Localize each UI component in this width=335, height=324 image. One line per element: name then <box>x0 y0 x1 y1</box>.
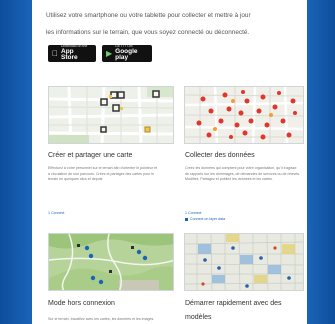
card-title-offline-mode: Mode hors connexion <box>48 300 115 307</box>
layer-icon <box>185 217 188 221</box>
card-title-templates-line-2: modèles <box>185 314 212 321</box>
intro-text: Utilisez votre smartphone ou votre table… <box>46 7 298 41</box>
card-link-create-map[interactable]: 1 Connect <box>48 211 64 215</box>
background-left <box>0 0 32 324</box>
apple-icon:  <box>52 49 58 58</box>
card-image-offline-mode[interactable] <box>48 233 174 291</box>
card-link-collect-data-2[interactable]: Connect un layer data <box>185 217 225 221</box>
card-title-collect-data: Collecter des données <box>185 152 255 159</box>
card-desc-create-map: Effectuez à votre personnel sur le terra… <box>48 166 158 181</box>
intro-line-2: les informations sur le terrain, que vou… <box>46 29 250 36</box>
google-play-icon: ▶ <box>106 48 113 58</box>
google-play-label: Google play <box>115 47 138 62</box>
app-store-badge[interactable]:  Download on the App Store <box>48 45 96 62</box>
card-image-create-map[interactable] <box>48 86 174 144</box>
card-link-collect-data-2-label: Connect un layer data <box>190 217 226 221</box>
card-title-templates: Démarrer rapidement avec des <box>185 300 282 307</box>
card-link-collect-data[interactable]: 1 Connect <box>185 211 201 215</box>
card-desc-offline-mode: Sur le terrain, travaillez avec les cart… <box>48 317 155 321</box>
content-panel: Utilisez votre smartphone ou votre table… <box>32 0 307 324</box>
card-desc-collect-data: Créez les données qui comptent pour votr… <box>185 166 301 181</box>
app-store-label: App Store <box>55 48 87 61</box>
background-right <box>307 0 335 324</box>
card-title-create-map: Créer et partager une carte <box>48 152 133 159</box>
google-play-small-label: GET IT ON <box>115 44 133 49</box>
intro-line-1: Utilisez votre smartphone ou votre table… <box>46 12 251 19</box>
google-play-badge[interactable]: ▶ GET IT ON Google play <box>102 45 152 62</box>
card-image-templates[interactable] <box>184 233 304 291</box>
app-store-small-label: Download on the <box>55 45 87 52</box>
card-image-collect-data[interactable] <box>184 86 304 144</box>
